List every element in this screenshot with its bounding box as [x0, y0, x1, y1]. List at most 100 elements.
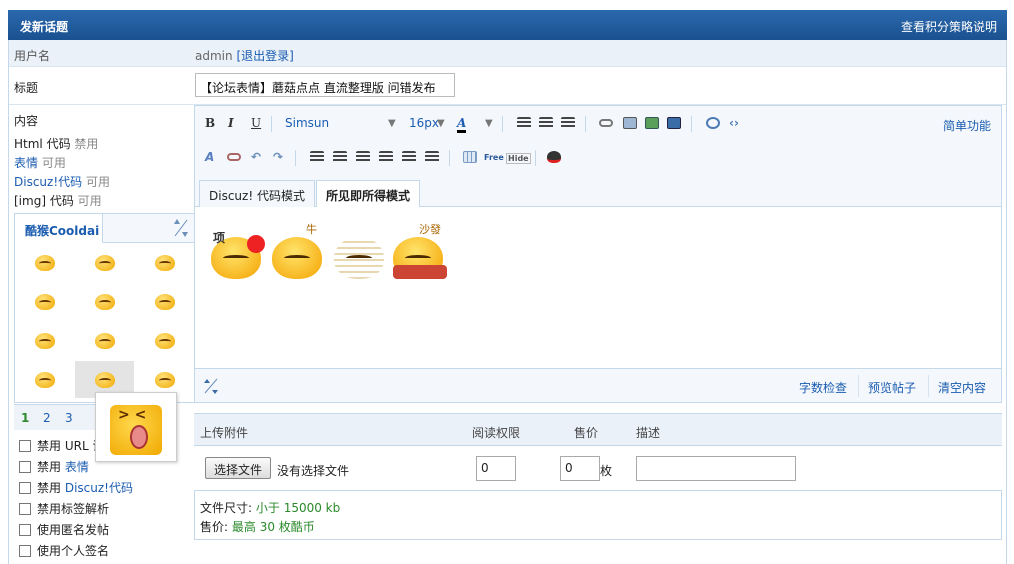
unlink-icon[interactable]	[227, 153, 241, 161]
mode-img: [img] 代码 可用	[14, 194, 102, 208]
image-icon[interactable]	[623, 117, 637, 129]
align-right-icon[interactable]	[561, 117, 575, 129]
bold-button[interactable]: B	[205, 116, 215, 130]
resize-editor-icon[interactable]	[203, 376, 219, 396]
chevron-down-icon[interactable]: ▼	[485, 118, 493, 129]
smiley-cell[interactable]	[75, 244, 134, 281]
credit-policy-link[interactable]: 查看积分策略说明	[901, 18, 997, 35]
attachment-info: 文件尺寸: 小于 15000 kb 售价: 最高 30 枚酷币	[194, 490, 1002, 540]
logout-link[interactable]: [退出登录]	[236, 49, 293, 63]
quote-icon[interactable]	[706, 117, 720, 129]
checkbox[interactable]	[19, 545, 31, 557]
smiley-icon	[94, 332, 115, 349]
checkbox[interactable]	[19, 524, 31, 536]
smiley-icon	[34, 293, 55, 310]
smiley-icon	[154, 293, 175, 310]
font-select[interactable]: Simsun	[285, 116, 329, 130]
checkbox[interactable]	[19, 461, 31, 473]
smiley-icon	[34, 332, 55, 349]
underline-button[interactable]: U	[251, 116, 261, 130]
price-info: 售价: 最高 30 枚酷币	[200, 520, 315, 534]
link-icon[interactable]	[599, 119, 613, 127]
undo-icon[interactable]: ↶	[251, 150, 261, 164]
smiley-icon	[94, 371, 115, 388]
checkbox[interactable]	[19, 440, 31, 452]
page-3[interactable]: 3	[65, 411, 73, 425]
option-disable-discuzcode[interactable]: 禁用 Discuz!代码	[19, 479, 133, 496]
smilies-grid	[15, 244, 194, 402]
preview-button[interactable]: 预览帖子	[868, 379, 916, 396]
smiley-cell[interactable]	[15, 244, 74, 281]
float-left-icon[interactable]	[402, 151, 416, 163]
free-tag-icon[interactable]: Free	[484, 153, 504, 162]
description-input[interactable]	[636, 456, 796, 481]
no-file-label: 没有选择文件	[277, 464, 350, 478]
remove-format-icon[interactable]: A	[205, 150, 214, 164]
smiley-cell[interactable]	[15, 283, 74, 320]
smilies-tab[interactable]: 酷猴Cooldai	[15, 214, 103, 243]
align-left-icon[interactable]	[517, 117, 531, 129]
page-1[interactable]: 1	[21, 411, 29, 425]
size-select[interactable]: 16px	[409, 116, 439, 130]
editor-statusbar: 字数检查 预览帖子 清空内容	[195, 368, 1001, 402]
title-input[interactable]: 【论坛表情】蘑菇点点 直流整理版 问错发布	[195, 73, 455, 97]
option-disable-tags[interactable]: 禁用标签解析	[19, 500, 109, 517]
checkbox[interactable]	[19, 503, 31, 515]
smiley-cell[interactable]	[75, 322, 134, 359]
text-color-button[interactable]: A	[457, 116, 467, 133]
smiley-cell[interactable]	[135, 244, 194, 281]
col-description: 描述	[636, 426, 661, 440]
code-icon[interactable]: ‹›	[729, 116, 739, 130]
smiley-cell[interactable]	[15, 361, 74, 398]
smilies-pager: 1 2 3	[14, 404, 104, 430]
wordcount-button[interactable]: 字数检查	[799, 379, 847, 396]
simple-mode-link[interactable]: 简单功能	[943, 117, 991, 134]
smiley-cell[interactable]	[135, 322, 194, 359]
tab-code-mode[interactable]: Discuz! 代码模式	[199, 180, 315, 207]
flash-icon[interactable]	[645, 117, 659, 129]
page-2[interactable]: 2	[43, 411, 51, 425]
qq-icon[interactable]	[547, 151, 561, 163]
redo-icon[interactable]: ↷	[273, 150, 283, 164]
smiley-icon	[94, 254, 115, 271]
username-label: 用户名	[14, 49, 51, 63]
content-sidebar: 内容 Html 代码 禁用 表情 可用 Discuz!代码 可用 [img] 代…	[9, 105, 195, 564]
tab-wysiwyg-mode[interactable]: 所见即所得模式	[316, 180, 421, 208]
unordered-list-icon[interactable]	[333, 151, 347, 163]
face-1: 项	[207, 221, 265, 281]
choose-file-button[interactable]: 选择文件	[205, 457, 272, 479]
smiley-icon	[154, 332, 175, 349]
smilies-panel: 酷猴Cooldai	[14, 213, 195, 403]
permission-input[interactable]: 0	[476, 456, 516, 481]
ordered-list-icon[interactable]	[310, 151, 324, 163]
face-caption-2: 牛	[306, 223, 317, 236]
option-signature[interactable]: 使用个人签名	[19, 542, 109, 559]
price-unit: 枚	[600, 464, 613, 478]
checkbox[interactable]	[19, 482, 31, 494]
editor-canvas[interactable]: 项 牛 沙發	[195, 207, 1001, 368]
toolbar-row-2: A ↶ ↷ Free Hide	[195, 142, 1001, 174]
table-icon[interactable]	[463, 151, 477, 163]
hide-tag-icon[interactable]: Hide	[506, 153, 531, 164]
option-disable-smilies[interactable]: 禁用 表情	[19, 458, 89, 475]
option-anonymous[interactable]: 使用匿名发帖	[19, 521, 109, 538]
price-input[interactable]: 0	[560, 456, 600, 481]
mode-discuz: Discuz!代码 可用	[14, 175, 110, 189]
clear-button[interactable]: 清空内容	[938, 379, 986, 396]
file-size-info: 文件尺寸: 小于 15000 kb	[200, 501, 341, 515]
align-center-icon[interactable]	[539, 117, 553, 129]
italic-button[interactable]: I	[228, 116, 234, 130]
chevron-down-icon[interactable]: ▼	[388, 118, 396, 129]
float-right-icon[interactable]	[425, 151, 439, 163]
form-header: 发新话题 查看积分策略说明	[8, 10, 1007, 40]
expand-arrow-icon[interactable]	[172, 217, 190, 239]
smiley-icon	[94, 293, 115, 310]
indent-icon[interactable]	[379, 151, 393, 163]
media-icon[interactable]	[667, 117, 681, 129]
chevron-down-icon[interactable]: ▼	[437, 118, 445, 129]
smiley-cell[interactable]	[15, 322, 74, 359]
smiley-cell[interactable]	[135, 283, 194, 320]
smiley-cell[interactable]	[75, 283, 134, 320]
outdent-icon[interactable]	[356, 151, 370, 163]
editor-mode-tabs: Discuz! 代码模式 所见即所得模式	[195, 176, 1001, 208]
